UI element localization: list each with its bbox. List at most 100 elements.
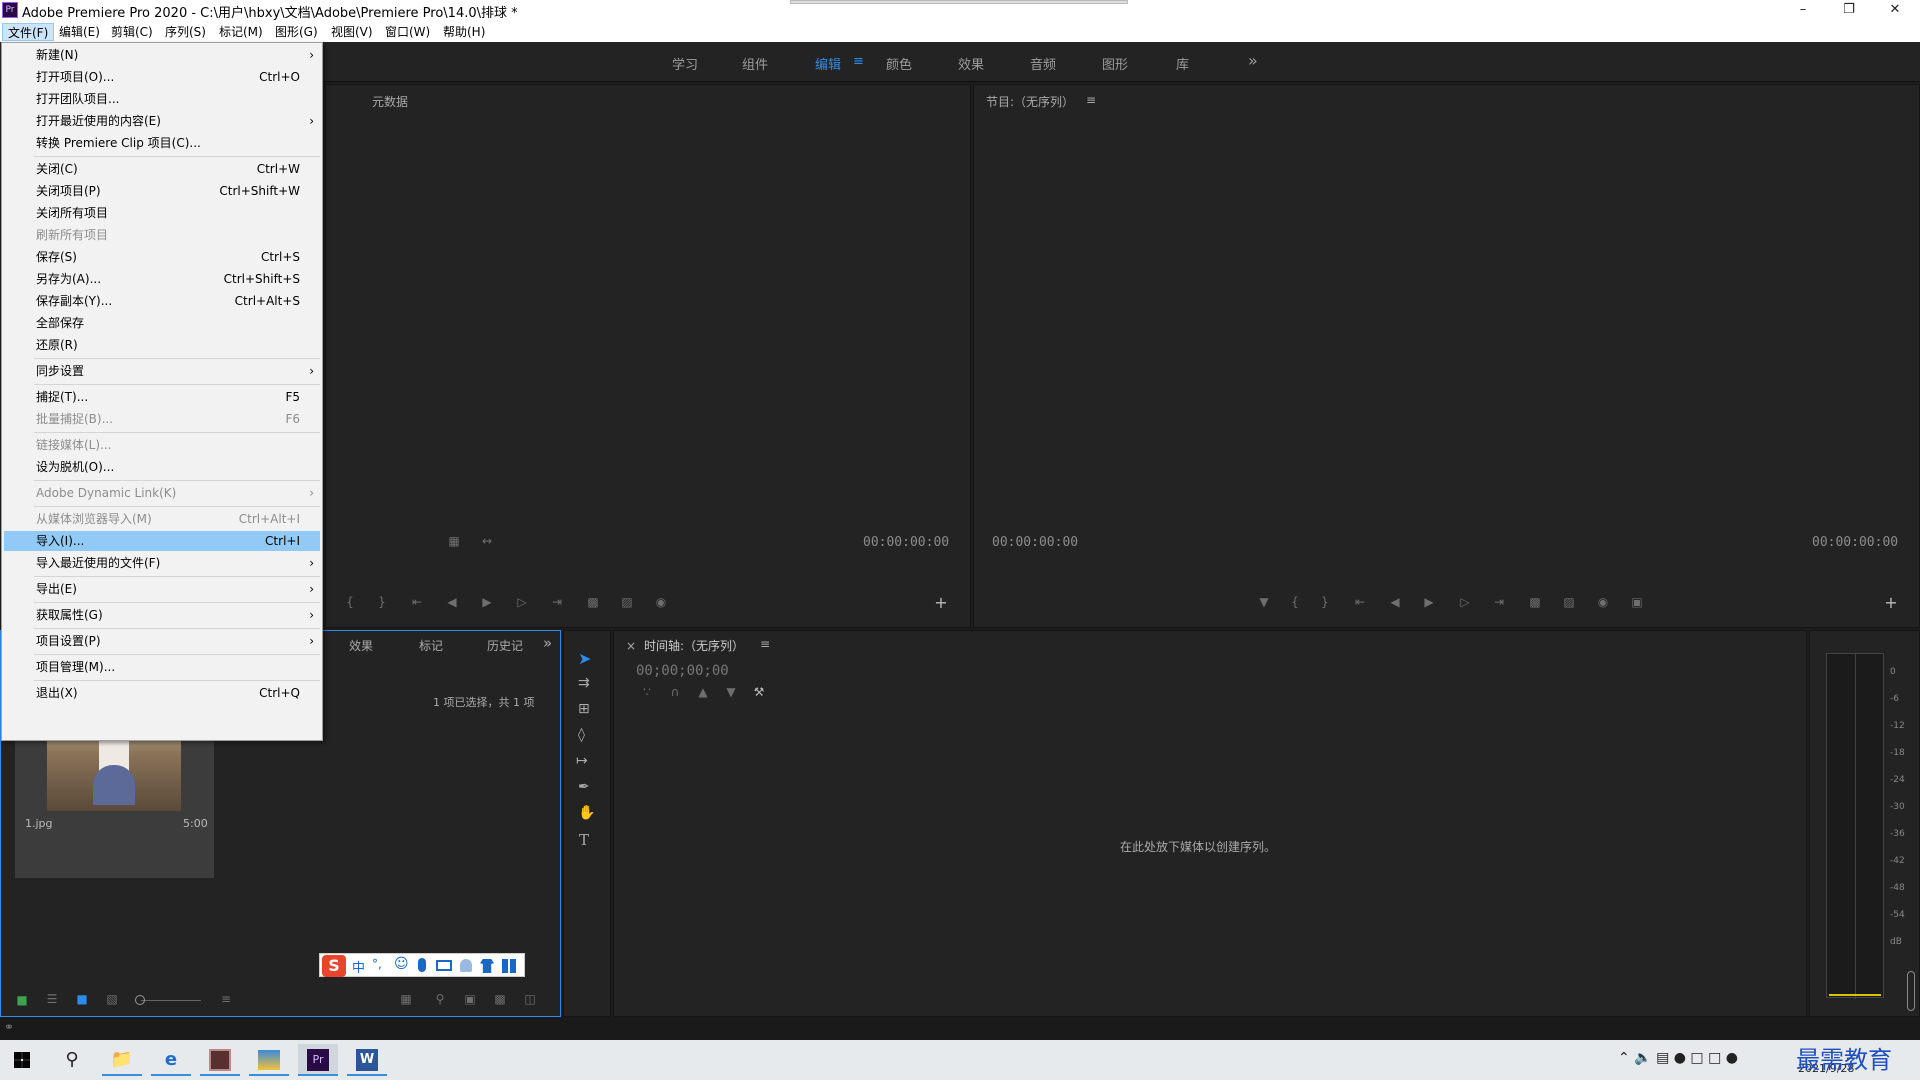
- timeline-timecode[interactable]: 00;00;00;00: [636, 663, 729, 679]
- add-marker-icon[interactable]: ▼: [1253, 595, 1275, 609]
- file-menu-item[interactable]: 项目设置(P) ›: [4, 631, 320, 651]
- file-menu-item[interactable]: 打开项目(O)... Ctrl+O: [4, 67, 320, 87]
- chinese-mode-icon[interactable]: 中: [352, 957, 365, 976]
- search-icon[interactable]: ⚲: [52, 1044, 92, 1076]
- workspace-learn[interactable]: 学习: [672, 54, 698, 73]
- type-tool-icon[interactable]: T: [579, 831, 589, 849]
- go-to-out-icon[interactable]: ⇥: [1488, 595, 1510, 609]
- menu-marker[interactable]: 标记(M): [214, 23, 268, 41]
- slip-tool-icon[interactable]: ↦: [576, 753, 588, 769]
- tab-effects[interactable]: 效果: [349, 637, 373, 654]
- new-item-icon[interactable]: ▩: [489, 992, 511, 1006]
- windows-start-icon[interactable]: [2, 1044, 42, 1076]
- add-button-icon[interactable]: +: [930, 593, 952, 612]
- photos-app-icon[interactable]: [249, 1044, 289, 1076]
- workspace-color[interactable]: 颜色: [886, 54, 912, 73]
- step-forward-icon[interactable]: ▷: [1454, 595, 1476, 609]
- selection-tool-icon[interactable]: ➤: [578, 649, 591, 668]
- workspace-more-icon[interactable]: »: [1248, 51, 1258, 70]
- file-menu-item[interactable]: 导入最近使用的文件(F) ›: [4, 553, 320, 573]
- file-menu-item[interactable]: 关闭项目(P) Ctrl+Shift+W: [4, 181, 320, 201]
- menu-clip[interactable]: 剪辑(C): [106, 23, 158, 41]
- drag-icon[interactable]: ↔: [476, 534, 498, 548]
- file-menu-item[interactable]: 保存(S) Ctrl+S: [4, 247, 320, 267]
- timeline-menu-icon[interactable]: ≡: [760, 637, 770, 651]
- file-menu-item[interactable]: 还原(R): [4, 335, 320, 355]
- go-to-in-icon[interactable]: ⇤: [1349, 595, 1371, 609]
- close-button[interactable]: ✕: [1872, 0, 1918, 21]
- ime-toolbar[interactable]: S 中 °, ☺: [319, 953, 525, 977]
- timeline-title[interactable]: 时间轴:（无序列）: [644, 637, 744, 654]
- export-frame-icon[interactable]: ◉: [650, 595, 672, 609]
- new-bin-icon[interactable]: ▣: [459, 992, 481, 1006]
- sogou-logo-icon[interactable]: S: [322, 955, 346, 977]
- file-menu-item[interactable]: 全部保存: [4, 313, 320, 333]
- zoom-slider-handle[interactable]: [135, 995, 145, 1005]
- file-explorer-icon[interactable]: 📁: [102, 1044, 142, 1076]
- file-menu-item[interactable]: 项目管理(M)...: [4, 657, 320, 677]
- go-to-out-icon[interactable]: ⇥: [546, 595, 568, 609]
- microphone-icon[interactable]: [418, 958, 426, 972]
- tab-markers[interactable]: 标记: [419, 637, 443, 654]
- go-to-in-icon[interactable]: ⇤: [406, 595, 428, 609]
- tab-history[interactable]: 历史记: [487, 637, 523, 654]
- panel-more-icon[interactable]: »: [543, 634, 552, 652]
- file-menu-item[interactable]: 新建(N) ›: [4, 45, 320, 65]
- step-back-icon[interactable]: ◀: [441, 595, 463, 609]
- meter-scroll[interactable]: [1907, 971, 1915, 1011]
- workspace-effects[interactable]: 效果: [958, 54, 984, 73]
- menu-graphics[interactable]: 图形(G): [270, 23, 323, 41]
- system-tray-icons[interactable]: ⌃ 🔈 ▤ ● □ □ ●: [1618, 1050, 1738, 1066]
- file-menu-item[interactable]: 打开最近使用的内容(E) ›: [4, 111, 320, 131]
- file-menu-item[interactable]: 设为脱机(O)...: [4, 457, 320, 477]
- menu-help[interactable]: 帮助(H): [438, 23, 490, 41]
- file-menu-item[interactable]: 打开团队项目...: [4, 89, 320, 109]
- extract-icon[interactable]: ▨: [1558, 595, 1580, 609]
- pen-tool-icon[interactable]: ✒: [578, 779, 590, 795]
- workspace-libraries[interactable]: 库: [1176, 54, 1189, 73]
- skin-icon[interactable]: [480, 959, 494, 973]
- menu-window[interactable]: 窗口(W): [380, 23, 435, 41]
- source-timecode[interactable]: 00:00:00:00: [863, 535, 949, 550]
- compare-icon[interactable]: ▣: [1626, 595, 1648, 609]
- workspace-audio[interactable]: 音频: [1030, 54, 1056, 73]
- keyboard-icon[interactable]: [436, 960, 452, 971]
- file-menu-item[interactable]: 获取属性(G) ›: [4, 605, 320, 625]
- word-app-icon[interactable]: W: [347, 1044, 387, 1076]
- add-button-icon[interactable]: +: [1880, 593, 1902, 612]
- mark-out-icon[interactable]: }: [371, 595, 393, 609]
- restore-button[interactable]: ❐: [1826, 0, 1872, 21]
- timeline-close-icon[interactable]: ×: [626, 639, 636, 653]
- play-icon[interactable]: ▶: [1418, 595, 1440, 609]
- snap-icon[interactable]: ∵: [636, 685, 658, 699]
- minimize-button[interactable]: –: [1780, 0, 1826, 21]
- workspace-menu-icon[interactable]: ≡: [853, 54, 864, 69]
- linked-selection-icon[interactable]: ∩: [664, 685, 686, 699]
- menu-sequence[interactable]: 序列(S): [160, 23, 211, 41]
- punctuation-icon[interactable]: °,: [372, 957, 382, 971]
- play-icon[interactable]: ▶: [476, 595, 498, 609]
- toolbox-icon[interactable]: [502, 959, 516, 973]
- wrench-icon[interactable]: ⚒: [748, 685, 770, 699]
- step-back-icon[interactable]: ◀: [1384, 595, 1406, 609]
- trash-icon[interactable]: ◫: [519, 992, 541, 1006]
- file-menu-item[interactable]: 同步设置 ›: [4, 361, 320, 381]
- list-view-icon[interactable]: ☰: [41, 992, 63, 1006]
- file-menu-item[interactable]: 保存副本(Y)... Ctrl+Alt+S: [4, 291, 320, 311]
- workspace-graphics[interactable]: 图形: [1102, 54, 1128, 73]
- overwrite-icon[interactable]: ▨: [616, 595, 638, 609]
- freeform-view-icon[interactable]: ▧: [101, 992, 123, 1006]
- emoji-icon[interactable]: ☺: [394, 956, 409, 972]
- settings-icon[interactable]: ▦: [443, 534, 465, 548]
- file-menu-item[interactable]: 关闭所有项目: [4, 203, 320, 223]
- file-menu-item[interactable]: 导出(E) ›: [4, 579, 320, 599]
- zoom-slider[interactable]: [141, 1000, 201, 1001]
- menu-view[interactable]: 视图(V): [326, 23, 378, 41]
- premiere-taskbar-icon[interactable]: Pr: [298, 1044, 338, 1076]
- program-menu-icon[interactable]: ≡: [1086, 93, 1096, 107]
- mark-in-icon[interactable]: {: [1284, 595, 1306, 609]
- automate-icon[interactable]: ▦: [395, 992, 417, 1006]
- workspace-editing[interactable]: 编辑: [815, 54, 841, 73]
- menu-file[interactable]: 文件(F): [2, 23, 55, 41]
- edge-browser-icon[interactable]: e: [151, 1044, 191, 1076]
